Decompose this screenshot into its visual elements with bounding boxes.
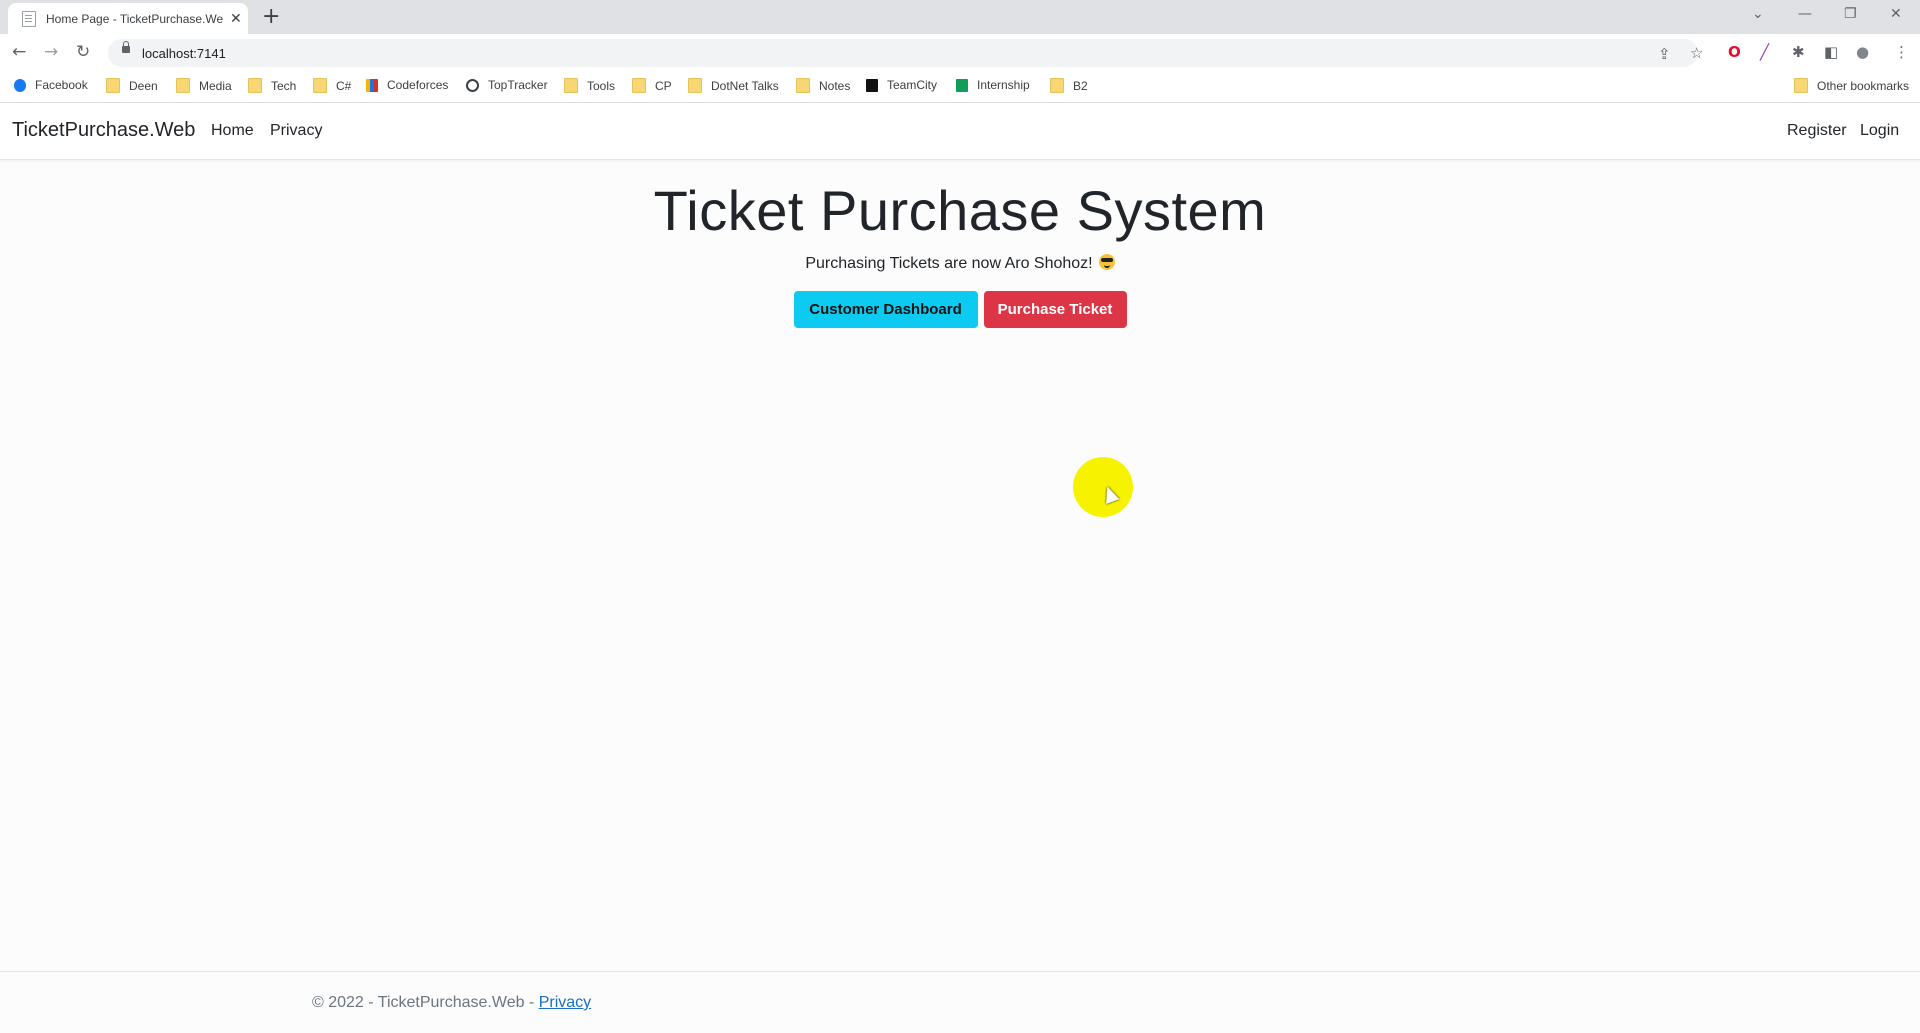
opera-extension-icon[interactable]: O: [1728, 43, 1741, 61]
footer: © 2022 - TicketPurchase.Web - Privacy: [0, 971, 1920, 1033]
bookmark-codeforces[interactable]: Codeforces: [366, 78, 448, 92]
nav-login-link[interactable]: Login: [1860, 122, 1899, 140]
folder-icon: [688, 78, 702, 93]
bookmark-internship[interactable]: Internship: [956, 78, 1030, 92]
bookmark-cp[interactable]: CP: [632, 78, 672, 93]
restore-icon[interactable]: ❐: [1844, 6, 1857, 22]
page-icon: [22, 10, 36, 27]
sunglasses-emoji-icon: [1098, 254, 1115, 270]
share-icon[interactable]: ⇪: [1658, 45, 1671, 63]
nav-home-link[interactable]: Home: [211, 122, 254, 140]
bookmark-dotnet-talks[interactable]: DotNet Talks: [688, 78, 779, 93]
sheets-icon: [956, 78, 968, 92]
bookmark-tech[interactable]: Tech: [248, 78, 296, 93]
folder-icon: [796, 78, 810, 93]
folder-icon: [106, 78, 120, 93]
footer-text-row: © 2022 - TicketPurchase.Web - Privacy: [312, 994, 591, 1012]
lead-text-row: Purchasing Tickets are now Aro Shohoz!: [0, 254, 1920, 273]
toptracker-icon: [466, 78, 479, 92]
pen-extension-icon[interactable]: ╱: [1760, 43, 1769, 61]
bookmark-tools[interactable]: Tools: [564, 78, 615, 93]
tab-title: Home Page - TicketPurchase.Web: [46, 11, 224, 26]
folder-icon: [632, 78, 646, 93]
folder-icon: [1050, 78, 1064, 93]
nav-register-link[interactable]: Register: [1787, 122, 1847, 140]
reload-icon[interactable]: ↻: [76, 42, 90, 62]
extensions-icon[interactable]: ✱: [1792, 43, 1805, 61]
bookmark-facebook[interactable]: Facebook: [14, 78, 88, 92]
minimize-icon[interactable]: —: [1798, 6, 1812, 22]
new-tab-icon[interactable]: +: [262, 4, 280, 29]
bookmarks-bar: Facebook Deen Media Tech C# Codeforces T…: [0, 70, 1920, 103]
folder-icon: [313, 78, 327, 93]
bookmark-deen[interactable]: Deen: [106, 78, 158, 93]
bookmark-teamcity[interactable]: TeamCity: [866, 78, 937, 92]
folder-icon: [1794, 78, 1808, 93]
site-brand[interactable]: TicketPurchase.Web: [12, 119, 195, 142]
browser-toolbar: ← → ↻ localhost:7141 ⇪ ☆ O ╱ ✱ ◧ ● ⋮: [0, 34, 1920, 70]
back-icon[interactable]: ←: [12, 42, 26, 62]
site-navbar: TicketPurchase.Web Home Privacy Register…: [0, 103, 1920, 160]
lock-icon: [122, 41, 130, 53]
facebook-icon: [14, 78, 26, 92]
hero-section: Ticket Purchase System: [0, 178, 1920, 243]
bookmark-other[interactable]: Other bookmarks: [1794, 78, 1909, 93]
hero-buttons: Customer Dashboard Purchase Ticket: [0, 291, 1920, 328]
address-url[interactable]: localhost:7141: [142, 46, 226, 61]
menu-icon[interactable]: ⋮: [1894, 43, 1909, 61]
codeforces-icon: [366, 78, 378, 92]
teamcity-icon: [866, 78, 878, 92]
bookmark-csharp[interactable]: C#: [313, 78, 351, 93]
folder-icon: [564, 78, 578, 93]
nav-privacy-link[interactable]: Privacy: [270, 122, 322, 140]
lead-text: Purchasing Tickets are now Aro Shohoz!: [805, 255, 1093, 272]
tab-search-icon[interactable]: ⌄: [1752, 6, 1764, 22]
browser-tab-bar: Home Page - TicketPurchase.Web ✕ + ⌄ — ❐…: [0, 0, 1920, 34]
bookmark-media[interactable]: Media: [176, 78, 232, 93]
bookmark-notes[interactable]: Notes: [796, 78, 850, 93]
profile-avatar-icon[interactable]: ●: [1856, 43, 1869, 61]
side-panel-icon[interactable]: ◧: [1824, 43, 1838, 61]
bookmark-b2[interactable]: B2: [1050, 78, 1088, 93]
tab-close-icon[interactable]: ✕: [230, 10, 242, 27]
purchase-ticket-button[interactable]: Purchase Ticket: [983, 291, 1127, 328]
footer-privacy-link[interactable]: Privacy: [539, 994, 591, 1011]
page-title: Ticket Purchase System: [653, 179, 1267, 242]
folder-icon: [248, 78, 262, 93]
folder-icon: [176, 78, 190, 93]
bookmark-toptracker[interactable]: TopTracker: [466, 78, 548, 92]
bookmark-star-icon[interactable]: ☆: [1690, 44, 1703, 62]
footer-copyright: © 2022 - TicketPurchase.Web -: [312, 994, 539, 1011]
forward-icon[interactable]: →: [44, 42, 58, 62]
window-close-icon[interactable]: ✕: [1890, 6, 1902, 22]
address-bar[interactable]: localhost:7141 ⇪ ☆: [108, 39, 1703, 67]
browser-tab[interactable]: Home Page - TicketPurchase.Web ✕: [8, 3, 248, 34]
customer-dashboard-button[interactable]: Customer Dashboard: [793, 291, 978, 328]
